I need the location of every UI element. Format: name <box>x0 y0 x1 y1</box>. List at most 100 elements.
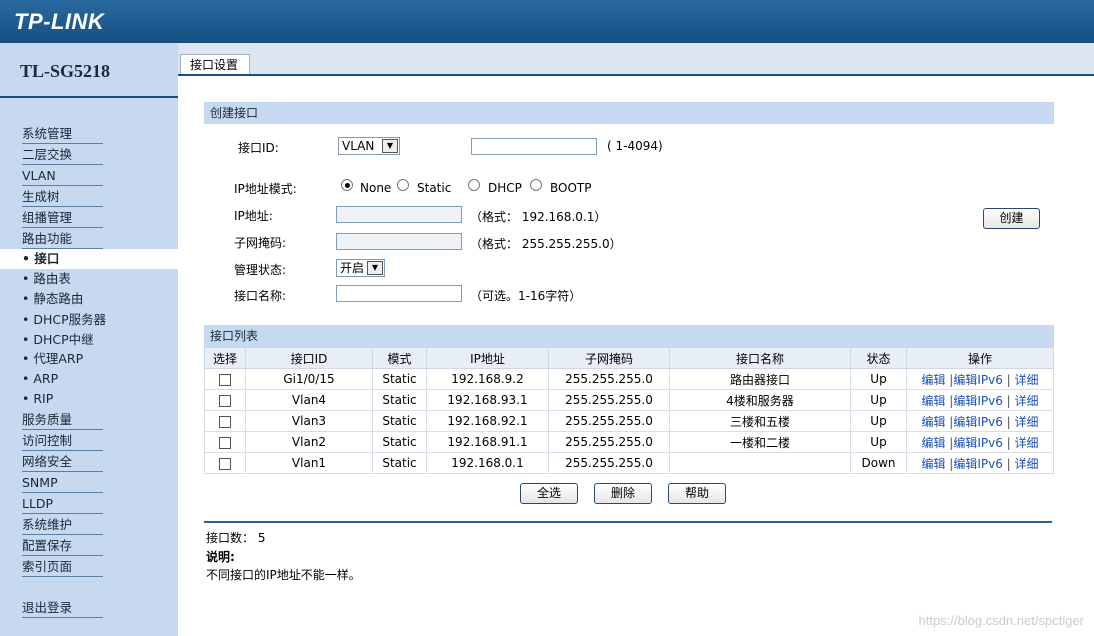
chevron-down-icon: ▼ <box>367 261 383 275</box>
sidebar-subitem-label: 代理ARP <box>33 351 84 366</box>
sidebar-subitem-proxy-arp[interactable]: • 代理ARP <box>22 349 83 369</box>
sidebar-item-routing[interactable]: 路由功能 <box>22 229 103 249</box>
subnet-mask-hint: （格式： 255.255.255.0） <box>470 237 622 251</box>
cell-mask: 255.255.255.0 <box>548 389 670 411</box>
edit-ipv6-link[interactable]: 编辑IPv6 <box>953 436 1003 450</box>
detail-link[interactable]: 详细 <box>1015 415 1039 429</box>
edit-ipv6-link[interactable]: 编辑IPv6 <box>953 415 1003 429</box>
row-select <box>204 389 246 411</box>
mode-bootp-radio[interactable] <box>530 179 542 191</box>
sidebar-subitem-static-route[interactable]: • 静态路由 <box>22 289 83 309</box>
cell-mode: Static <box>372 431 427 453</box>
cell-name: 三楼和五楼 <box>669 410 851 432</box>
sidebar-item-logout[interactable]: 退出登录 <box>22 598 103 618</box>
cell-ip: 192.168.93.1 <box>426 389 549 411</box>
ip-address-hint: （格式： 192.168.0.1） <box>470 210 607 224</box>
select-all-button[interactable]: 全选 <box>520 483 578 504</box>
mode-none-label: None <box>360 181 392 195</box>
cell-name: 4楼和服务器 <box>669 389 851 411</box>
sidebar-subitem-rip[interactable]: • RIP <box>22 389 53 409</box>
row-checkbox[interactable] <box>219 457 231 470</box>
col-mode: 模式 <box>372 347 427 369</box>
col-select: 选择 <box>204 347 246 369</box>
admin-status-select[interactable]: 开启 ▼ <box>336 259 385 277</box>
edit-ipv6-link[interactable]: 编辑IPv6 <box>953 373 1003 387</box>
cell-ip: 192.168.9.2 <box>426 368 549 390</box>
tab-underline <box>178 74 1094 76</box>
footer-divider <box>204 521 1052 523</box>
detail-link[interactable]: 详细 <box>1015 436 1039 450</box>
edit-ipv6-link[interactable]: 编辑IPv6 <box>953 457 1003 471</box>
interface-table: 选择 接口ID 模式 IP地址 子网掩码 接口名称 状态 操作 Gi1/0/15… <box>204 347 1054 474</box>
interface-count: 接口数： 5 <box>206 529 265 546</box>
count-value: 5 <box>257 531 266 545</box>
sidebar-item-system-management[interactable]: 系统管理 <box>22 124 103 144</box>
interface-name-input[interactable] <box>336 285 462 302</box>
cell-interface-id: Vlan3 <box>245 410 373 432</box>
detail-link[interactable]: 详细 <box>1015 394 1039 408</box>
detail-link[interactable]: 详细 <box>1015 373 1039 387</box>
note-title: 说明: <box>206 550 235 564</box>
ip-address-input[interactable] <box>336 206 462 223</box>
row-checkbox[interactable] <box>219 415 231 428</box>
sidebar-item-vlan[interactable]: VLAN <box>22 166 103 186</box>
help-button[interactable]: 帮助 <box>668 483 726 504</box>
cell-status: Up <box>850 410 907 432</box>
row-select <box>204 431 246 453</box>
col-operations: 操作 <box>906 347 1054 369</box>
row-checkbox[interactable] <box>219 394 231 407</box>
cell-interface-id: Vlan4 <box>245 389 373 411</box>
mode-dhcp-radio[interactable] <box>468 179 480 191</box>
row-checkbox[interactable] <box>219 436 231 449</box>
create-button[interactable]: 创建 <box>983 208 1040 229</box>
sidebar-item-access-control[interactable]: 访问控制 <box>22 431 103 451</box>
subnet-mask-input[interactable] <box>336 233 462 250</box>
sidebar-item-save-config[interactable]: 配置保存 <box>22 536 103 556</box>
edit-link[interactable]: 编辑 <box>921 394 945 408</box>
sidebar-subitem-label: ARP <box>33 371 59 386</box>
sidebar-subitem-arp[interactable]: • ARP <box>22 369 58 389</box>
sidebar-item-l2-switching[interactable]: 二层交换 <box>22 145 103 165</box>
interface-type-select[interactable]: VLAN ▼ <box>338 137 400 155</box>
mode-dhcp-label: DHCP <box>488 181 522 195</box>
col-status: 状态 <box>850 347 907 369</box>
sidebar-item-multicast[interactable]: 组播管理 <box>22 208 103 228</box>
sidebar-item-lldp[interactable]: LLDP <box>22 494 103 514</box>
cell-status: Up <box>850 431 907 453</box>
edit-link[interactable]: 编辑 <box>921 436 945 450</box>
cell-name: 一楼和二楼 <box>669 431 851 453</box>
delete-button[interactable]: 删除 <box>594 483 652 504</box>
sidebar-item-index[interactable]: 索引页面 <box>22 557 103 577</box>
mode-none-radio[interactable] <box>341 179 353 191</box>
table-row: Vlan2 Static 192.168.91.1 255.255.255.0 … <box>204 431 1054 453</box>
col-name: 接口名称 <box>669 347 851 369</box>
col-mask: 子网掩码 <box>548 347 670 369</box>
sidebar-subitem-dhcp-relay[interactable]: • DHCP中继 <box>22 330 94 350</box>
cell-operations: 编辑 |编辑IPv6 | 详细 <box>906 431 1054 453</box>
edit-link[interactable]: 编辑 <box>921 457 945 471</box>
cell-status: Up <box>850 368 907 390</box>
mode-static-radio[interactable] <box>397 179 409 191</box>
table-row: Vlan3 Static 192.168.92.1 255.255.255.0 … <box>204 410 1054 432</box>
row-checkbox[interactable] <box>219 373 231 386</box>
sidebar-item-spanning-tree[interactable]: 生成树 <box>22 187 103 207</box>
sidebar-subitem-label: 路由表 <box>33 271 71 286</box>
cell-status: Down <box>850 452 907 474</box>
sidebar-item-maintenance[interactable]: 系统维护 <box>22 515 103 535</box>
tab-interface-settings[interactable]: 接口设置 <box>180 54 250 76</box>
sidebar-subitem-dhcp-server[interactable]: • DHCP服务器 <box>22 310 106 330</box>
edit-link[interactable]: 编辑 <box>921 373 945 387</box>
cell-mask: 255.255.255.0 <box>548 431 670 453</box>
detail-link[interactable]: 详细 <box>1015 457 1039 471</box>
edit-ipv6-link[interactable]: 编辑IPv6 <box>953 394 1003 408</box>
sidebar-subitem-label: 接口 <box>34 251 60 266</box>
cell-operations: 编辑 |编辑IPv6 | 详细 <box>906 452 1054 474</box>
edit-link[interactable]: 编辑 <box>921 415 945 429</box>
sidebar-subitem-route-table[interactable]: • 路由表 <box>22 269 71 289</box>
sidebar-item-qos[interactable]: 服务质量 <box>22 410 103 430</box>
sidebar-item-network-security[interactable]: 网络安全 <box>22 452 103 472</box>
sidebar-subitem-interface[interactable]: • 接口 <box>22 249 59 269</box>
interface-id-input[interactable] <box>471 138 597 155</box>
sidebar-item-snmp[interactable]: SNMP <box>22 473 103 493</box>
cell-operations: 编辑 |编辑IPv6 | 详细 <box>906 368 1054 390</box>
